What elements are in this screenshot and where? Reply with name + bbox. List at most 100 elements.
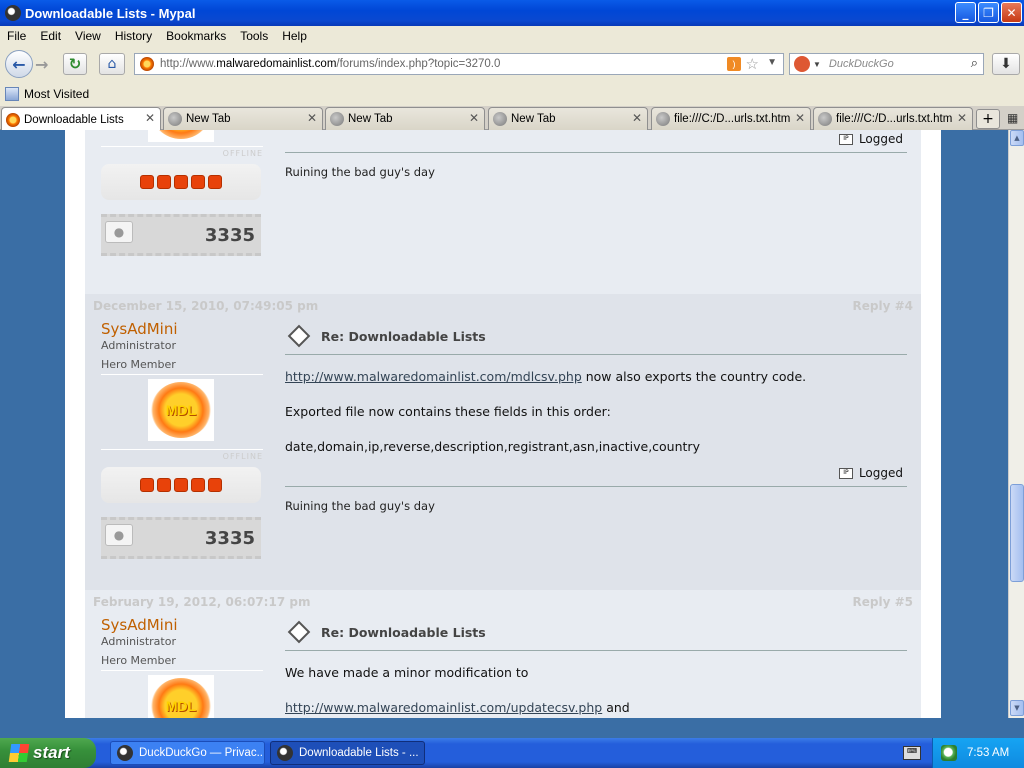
tab-downloadable-lists[interactable]: Downloadable Lists ✕ [1,107,161,131]
reload-button[interactable]: ↻ [63,53,87,75]
online-status: OFFLINE [101,146,263,158]
signature: Ruining the bad guy's day [285,165,435,179]
menu-history[interactable]: History [108,29,159,43]
menu-file[interactable]: File [0,29,33,43]
list-all-tabs-icon[interactable]: ▦ [1007,111,1018,125]
star-icon [174,175,188,189]
bookmarks-toolbar: Most Visited [0,82,1024,106]
post-3: OFFLINE ● 3335 IP Logged Ruining the bad… [85,130,921,294]
rank-stars [101,467,261,503]
member-group: Administrator [101,635,176,648]
task-label: Downloadable Lists - ... [299,747,419,759]
menu-edit[interactable]: Edit [33,29,68,43]
tab-close-icon[interactable]: ✕ [957,111,967,125]
tab-close-icon[interactable]: ✕ [632,111,642,125]
star-icon [191,478,205,492]
post-icon [287,324,311,348]
windows-flag-icon [8,744,30,762]
tab-new-tab-3[interactable]: New Tab ✕ [488,107,648,130]
subject-text[interactable]: Re: Downloadable Lists [321,625,486,640]
url-text[interactable]: http://www.malwaredomainlist.com/forums/… [160,58,500,70]
post-body: Re: Downloadable Lists http://www.malwar… [285,320,907,513]
menu-bookmarks[interactable]: Bookmarks [159,29,233,43]
post-body: IP Logged Ruining the bad guy's day [285,130,907,179]
reply-number[interactable]: Reply #4 [853,299,914,313]
post-subject: Re: Downloadable Lists [285,320,907,355]
globe-icon [330,112,344,126]
tab-favicon-icon [6,112,20,127]
post-icon [287,620,311,644]
keyboard-icon[interactable]: ⌨ [903,746,921,760]
tab-file-urls-1[interactable]: file:///C:/D...urls.txt.htm ✕ [651,107,811,130]
tab-label: New Tab [186,113,231,125]
menu-bar: File Edit View History Bookmarks Tools H… [0,26,1024,46]
home-button[interactable]: ⌂ [99,53,125,75]
post-body: Re: Downloadable Lists We have made a mi… [285,616,907,715]
star-icon [208,478,222,492]
forum-posts: OFFLINE ● 3335 IP Logged Ruining the bad… [85,130,921,718]
new-tab-button[interactable]: + [976,109,1000,129]
post-4: December 15, 2010, 07:49:05 pm Reply #4 … [85,294,921,590]
search-icon[interactable]: ⌕ [971,55,978,71]
maximize-button[interactable]: ❐ [978,2,999,23]
author-name[interactable]: SysAdMini [101,320,263,338]
globe-icon [168,112,182,126]
network-icon[interactable] [941,745,957,761]
tab-new-tab-1[interactable]: New Tab ✕ [163,107,323,130]
tab-new-tab-2[interactable]: New Tab ✕ [325,107,485,130]
tab-label: Downloadable Lists [24,113,124,126]
post-date: December 15, 2010, 07:49:05 pm [93,299,319,313]
forward-button[interactable]: → [35,55,48,74]
tab-close-icon[interactable]: ✕ [307,111,317,125]
tab-file-urls-2[interactable]: file:///C:/D...urls.txt.htm ✕ [813,107,973,130]
scrollbar-thumb[interactable] [1010,484,1024,582]
search-engine-dropdown-icon[interactable]: ▼ [813,60,821,69]
poster-info: OFFLINE ● 3335 [101,130,263,256]
scroll-up-icon[interactable]: ▲ [1010,130,1024,146]
duckduckgo-icon[interactable] [794,56,810,72]
tab-close-icon[interactable]: ✕ [795,111,805,125]
minimize-button[interactable]: _ [955,2,976,23]
subject-text[interactable]: Re: Downloadable Lists [321,329,486,344]
poster-info: SysAdMini Administrator Hero Member MDL [101,616,263,718]
updatecsv-link[interactable]: http://www.malwaredomainlist.com/updatec… [285,700,602,715]
start-button[interactable]: start [0,738,96,768]
star-icon [140,478,154,492]
tab-close-icon[interactable]: ✕ [145,111,155,125]
post-line-1: We have made a minor modification to [285,665,529,680]
reply-number[interactable]: Reply #5 [853,595,914,609]
menu-tools[interactable]: Tools [233,29,275,43]
bookmark-star-icon[interactable]: ☆ [746,55,759,73]
tab-close-icon[interactable]: ✕ [469,111,479,125]
search-bar[interactable]: ▼ DuckDuckGo ⌕ [789,53,984,75]
taskbar-item-downloadable-lists[interactable]: Downloadable Lists - ... [270,741,425,765]
mypal-app-icon [5,5,21,21]
back-button[interactable]: ← [5,50,33,78]
tab-label: file:///C:/D...urls.txt.htm [836,113,953,125]
vertical-scrollbar[interactable]: ▲ ▼ [1008,130,1024,718]
search-input[interactable]: DuckDuckGo [829,58,894,70]
downloads-button[interactable]: ⬇ [992,53,1020,75]
forward-arrow-icon: → [35,55,49,74]
rss-feed-icon[interactable]: ) [727,57,741,71]
avatar: MDL [148,379,214,441]
avatar [148,130,214,142]
mdlcsv-link[interactable]: http://www.malwaredomainlist.com/mdlcsv.… [285,369,582,384]
forum-container: OFFLINE ● 3335 IP Logged Ruining the bad… [65,130,941,718]
person-icon: ● [105,221,133,243]
menu-help[interactable]: Help [275,29,314,43]
clock: 7:53 AM [967,747,1010,759]
bookmark-most-visited[interactable]: Most Visited [24,87,89,101]
mdl-avatar-image: MDL [151,382,211,438]
post-date: February 19, 2012, 06:07:17 pm [93,595,311,609]
url-bar[interactable]: http://www.malwaredomainlist.com/forums/… [134,53,784,75]
signature: Ruining the bad guy's day [285,499,435,513]
start-label: start [33,743,70,762]
close-button[interactable]: ✕ [1001,2,1022,23]
menu-view[interactable]: View [68,29,108,43]
url-dropdown-icon[interactable]: ▼ [767,57,777,68]
scroll-down-icon[interactable]: ▼ [1010,700,1024,716]
taskbar-item-duckduckgo[interactable]: DuckDuckGo — Privac... [110,741,265,765]
post-count-badge: ● 3335 [101,214,261,256]
author-name[interactable]: SysAdMini [101,616,263,634]
